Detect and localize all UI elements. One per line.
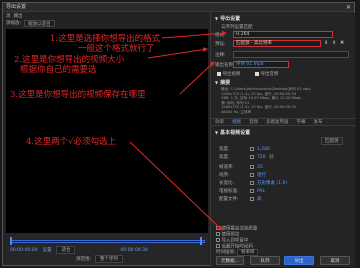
arrow-to-format [161, 30, 227, 39]
arrow-to-output [179, 61, 215, 95]
arrow-to-preset [147, 47, 208, 59]
annotation-arrows [129, 30, 227, 231]
arrow-to-checkboxes [129, 141, 223, 231]
